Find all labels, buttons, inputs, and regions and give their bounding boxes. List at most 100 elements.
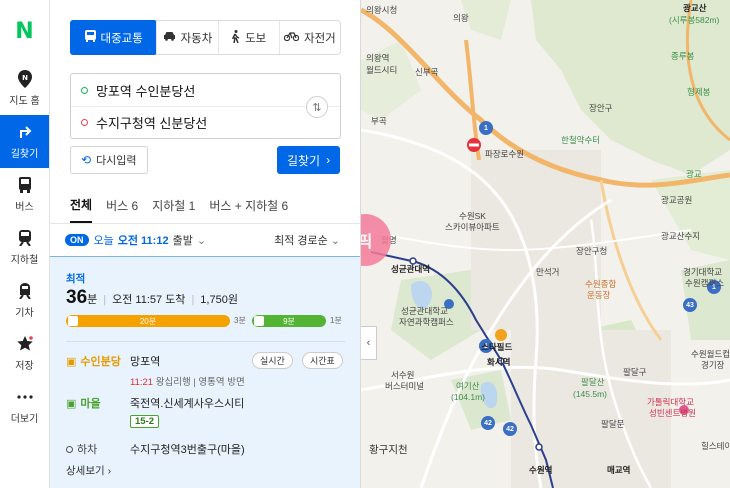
- mode-car[interactable]: 자동차: [156, 21, 217, 54]
- svg-text:N: N: [22, 74, 28, 82]
- arrival-time: 오전 11:57 도착: [112, 294, 186, 306]
- alight-dot-icon: [66, 445, 73, 453]
- subway-icon: [68, 316, 78, 326]
- alight-stop[interactable]: 수지구청역3번출구(마을): [130, 441, 245, 457]
- map-label: 성빈센트병원: [649, 408, 696, 418]
- origin-value: 망포역 수인분당선: [96, 83, 196, 99]
- mode-transit[interactable]: 대중교통: [70, 20, 158, 55]
- map-label: 월드시티: [366, 65, 398, 75]
- nav-item-saved-label: 저장: [15, 361, 34, 372]
- map-label: 수원종합: [585, 279, 617, 289]
- subway-direction: 왕십리행 | 영통역 방면: [155, 377, 245, 388]
- map-pin-icon: N: [16, 70, 34, 88]
- map-label: 서수원: [391, 370, 415, 380]
- chevron-left-icon: ‹: [366, 337, 371, 349]
- bus-icon: [84, 30, 96, 45]
- subway-detail: 11:21 왕십리행 | 영통역 방면: [130, 374, 245, 388]
- map-label: 만석거: [536, 267, 560, 277]
- map-label: 여기산: [456, 381, 480, 391]
- map-label: 의왕역: [366, 53, 390, 63]
- search-route-button[interactable]: 길찾기 ›: [277, 146, 340, 174]
- collapse-panel-button[interactable]: ‹: [361, 326, 377, 360]
- map-label: 버스터미널: [385, 381, 425, 391]
- divider: [66, 341, 345, 342]
- realtime-chip[interactable]: 실시간: [252, 352, 293, 369]
- nav-item-bus-label: 버스: [15, 202, 34, 213]
- timeline-seg-bus: 9분: [252, 315, 326, 327]
- subway-station[interactable]: 망포역: [130, 353, 160, 369]
- map-label: 광교공원: [661, 195, 693, 205]
- mode-bike[interactable]: 자전거: [278, 21, 340, 54]
- map-label: 수원월드컵: [691, 349, 730, 359]
- map-label: 자연과학캠퍼스: [399, 317, 454, 327]
- search-route-label: 길찾기: [286, 153, 321, 168]
- nav-item-subway[interactable]: 지하철: [0, 221, 49, 274]
- nav-item-home-label: 지도 홈: [9, 96, 40, 107]
- bus-number-badge[interactable]: 15-2: [130, 415, 160, 428]
- map-canvas[interactable]: 1 1 42 42 43 1 의왕시청 의왕 광교산 (시루봉582m) 의왕역…: [361, 0, 730, 488]
- nav-item-directions[interactable]: 길찾기: [0, 115, 49, 168]
- subway-leg-line: ▣ 수인분당: [66, 353, 121, 369]
- mode-car-label: 자동차: [180, 32, 213, 45]
- nav-item-more-label: 더보기: [10, 414, 39, 425]
- map-label: 성균관대역: [391, 264, 431, 274]
- duration-unit: 분: [87, 294, 98, 306]
- map-label: 장안구: [589, 103, 613, 113]
- tab-all[interactable]: 전체: [70, 188, 93, 223]
- nav-item-more[interactable]: 더보기: [0, 380, 49, 433]
- tab-bus-subway[interactable]: 버스 + 지하철 6: [209, 188, 288, 223]
- departure-clock: 오전 11:12: [117, 235, 169, 247]
- subway-departure-time: 11:21: [130, 377, 154, 388]
- destination-value: 수지구청역 신분당선: [96, 116, 208, 131]
- transport-mode-tabs: 대중교통 자동차 도보 자전거: [70, 20, 341, 55]
- mode-walk-label: 도보: [245, 32, 267, 45]
- more-dots-icon: [16, 388, 34, 406]
- highway-shield: 43: [683, 298, 697, 312]
- tab-subway[interactable]: 지하철 1: [152, 188, 195, 223]
- bus-type: 마을: [80, 398, 101, 410]
- departure-today: 오늘: [93, 235, 114, 247]
- map-label: 매교역: [607, 465, 631, 475]
- map-label: 광교산: [683, 3, 707, 13]
- mode-walk[interactable]: 도보: [217, 21, 279, 54]
- map-label: 경기장: [701, 360, 725, 370]
- directions-panel: 대중교통 자동차 도보 자전거 망포역 수인분당선 수지구청역 신분당선 ⇅ ⟲…: [50, 0, 361, 488]
- nav-item-train[interactable]: 기차: [0, 274, 49, 327]
- bus-icon: [16, 176, 34, 194]
- separator: |: [103, 294, 107, 306]
- highway-shield: 42: [503, 422, 517, 436]
- map-label: 화서역: [487, 357, 511, 367]
- map-label: 장안구청: [576, 246, 608, 256]
- nav-item-bus[interactable]: 버스: [0, 168, 49, 221]
- timeline-seg-bus-label: 9분: [283, 316, 295, 326]
- nav-item-saved[interactable]: 저장: [0, 327, 49, 380]
- details-link[interactable]: 상세보기 ›: [66, 463, 111, 478]
- bus-stop[interactable]: 죽전역.신세계사우스시티: [130, 395, 244, 411]
- destination-dot-icon: [81, 119, 88, 126]
- map-label: 팔달산: [581, 377, 605, 387]
- reset-label: 다시입력: [96, 155, 137, 167]
- naver-logo[interactable]: N: [0, 0, 49, 62]
- destination-field[interactable]: 수지구청역 신분당선: [71, 106, 340, 138]
- highway-shield: 42: [481, 416, 495, 430]
- nav-item-home[interactable]: N 지도 홈: [0, 62, 49, 115]
- map-label: 종루봉: [671, 51, 695, 61]
- swap-button[interactable]: ⇅: [306, 96, 328, 118]
- map-label: 경기대학교: [683, 267, 723, 277]
- highway-shield: 1: [479, 121, 493, 135]
- timetable-chip[interactable]: 시간표: [302, 352, 343, 369]
- walk-icon: [231, 29, 240, 46]
- tab-bus[interactable]: 버스 6: [106, 188, 138, 223]
- map-label: 파장로수원: [485, 149, 525, 159]
- chevron-right-icon: ›: [326, 153, 331, 167]
- map-label: (시루봉582m): [669, 15, 720, 25]
- map-label: 스카이뷰아파트: [445, 222, 500, 232]
- map-label: 신부곡: [415, 67, 439, 77]
- swap-arrows-icon: ⇅: [312, 101, 322, 114]
- reset-button[interactable]: ⟲ 다시입력: [70, 146, 148, 174]
- duration-value: 36: [66, 287, 88, 308]
- sort-preference[interactable]: 최적 경로순 ⌄: [274, 232, 340, 248]
- origin-field[interactable]: 망포역 수인분당선: [71, 74, 340, 106]
- timeline-seg-subway: 20분: [66, 315, 230, 327]
- route-result-card[interactable]: 최적 36분 | 오전 11:57 도착 | 1,750원 20분 3분 9분 …: [50, 256, 360, 488]
